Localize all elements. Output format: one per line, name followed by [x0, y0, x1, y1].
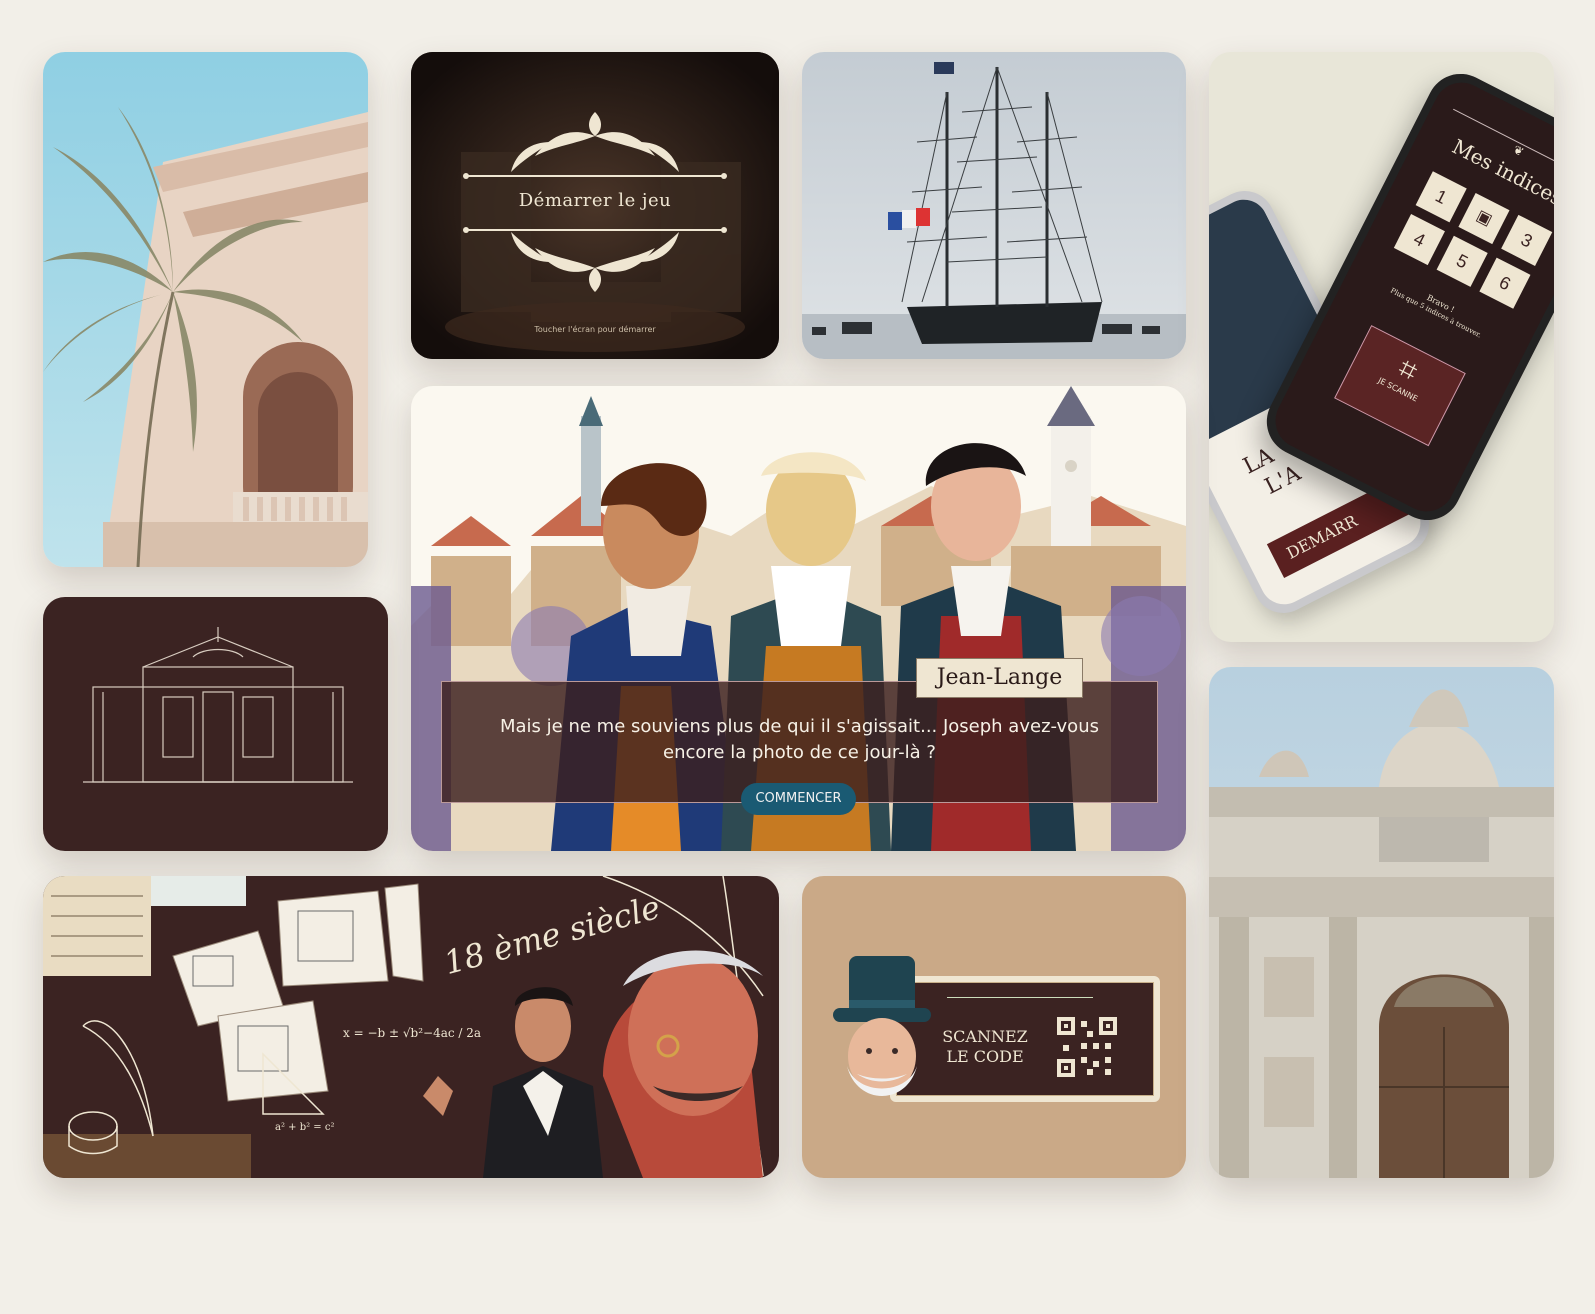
- clue-tile-1[interactable]: 1: [1415, 171, 1467, 223]
- photo-tall-ship: [802, 52, 1186, 359]
- start-game-screen[interactable]: Démarrer le jeu Toucher l'écran pour dém…: [411, 52, 779, 359]
- commencer-button[interactable]: COMMENCER: [741, 783, 856, 815]
- photo-palm-building: [43, 52, 368, 567]
- quadratic-formula: x = −b ± √b²−4ac / 2a: [343, 1026, 482, 1040]
- photo-stone-facade: [1209, 667, 1554, 1178]
- ornament-line: [947, 997, 1093, 998]
- math-board-card: 18 ème siècle x = −b ± √b²−4ac / 2a a² +…: [43, 876, 779, 1178]
- dialogue-line-1: Mais je ne me souviens plus de qui il s'…: [500, 716, 1099, 737]
- clue-tile-found[interactable]: ▣: [1458, 193, 1510, 245]
- qr-code-icon: [1057, 1017, 1117, 1077]
- scan-code-card: SCANNEZ LE CODE: [802, 876, 1186, 1178]
- start-game-hint: Toucher l'écran pour démarrer: [534, 325, 656, 334]
- sketch-building-card: [43, 597, 388, 851]
- dialogue-scene: Mais je ne me souviens plus de qui il s'…: [411, 386, 1186, 851]
- start-game-title[interactable]: Démarrer le jeu: [411, 190, 779, 211]
- found-clue-icon: ▣: [1473, 207, 1495, 230]
- clue-tile-6[interactable]: 6: [1479, 257, 1531, 309]
- clue-tile-3[interactable]: 3: [1501, 214, 1553, 266]
- clue-tile-4[interactable]: 4: [1393, 214, 1445, 266]
- dialogue-line-2: encore la photo de ce jour-là ?: [663, 742, 936, 763]
- scan-code-line-1: SCANNEZ: [942, 1027, 1028, 1046]
- pythagore-formula: a² + b² = c²: [275, 1122, 335, 1133]
- phone-mockup-card: LA L'A DEMARR ❦ Mes indices 1 ▣ 3 4 5 6 …: [1209, 52, 1554, 642]
- speaker-name-tag: Jean-Lange: [916, 658, 1083, 698]
- scan-button[interactable]: ⌗ JE SCANNE: [1334, 325, 1466, 447]
- scan-code-line-2: LE CODE: [946, 1047, 1024, 1066]
- clue-tile-5[interactable]: 5: [1436, 235, 1488, 287]
- top-hat-character: [833, 956, 931, 1096]
